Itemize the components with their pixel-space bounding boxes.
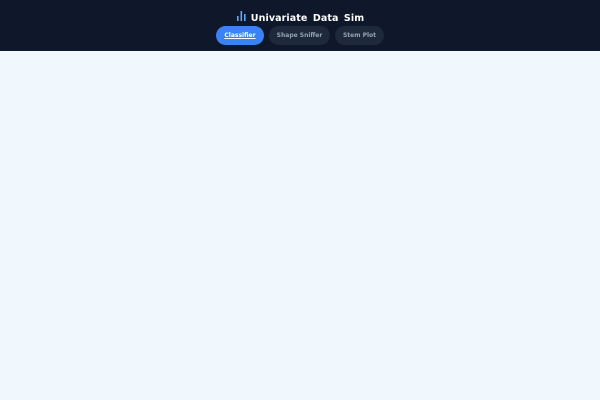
title-row: Univariate Data Sim xyxy=(0,10,600,26)
app-header: Univariate Data Sim Classifier Shape Sni… xyxy=(0,0,600,51)
bar-chart-icon xyxy=(236,10,246,21)
tab-shape-sniffer[interactable]: Shape Sniffer xyxy=(269,26,330,45)
app-title: Univariate Data Sim xyxy=(250,12,365,24)
tab-classifier[interactable]: Classifier xyxy=(216,26,264,45)
main-content xyxy=(0,51,600,400)
tab-stem-plot[interactable]: Stem Plot xyxy=(335,26,384,45)
tab-bar: Classifier Shape Sniffer Stem Plot xyxy=(0,26,600,45)
